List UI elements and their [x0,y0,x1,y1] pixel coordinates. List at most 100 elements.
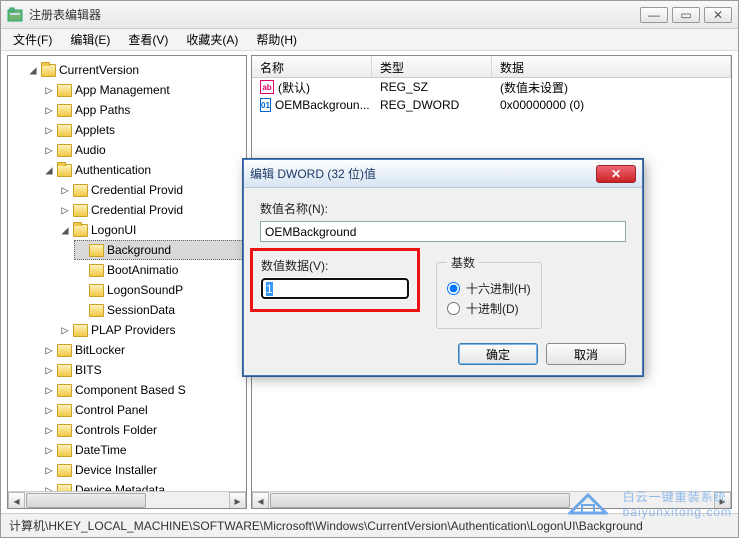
scroll-thumb[interactable] [26,493,146,508]
registry-tree[interactable]: ◢ CurrentVersion ▷ App Management ▷ App Pat… [8,56,246,491]
folder-icon [57,384,72,397]
tree-hscrollbar[interactable]: ◂ ▸ [8,491,246,508]
radix-dec[interactable]: 十进制(D) [447,300,531,317]
folder-icon [57,364,72,377]
tree-node-background[interactable]: Background [107,241,171,259]
value-name-input[interactable] [260,221,626,242]
list-hscrollbar[interactable]: ◂ ▸ [252,491,731,508]
window-titlebar: 注册表编辑器 — ▭ ✕ [1,1,738,29]
expand-icon[interactable]: ▷ [44,461,54,479]
tree-node[interactable]: Credential Provid [91,181,183,199]
expand-icon[interactable]: ▷ [60,181,70,199]
tree-node[interactable]: PLAP Providers [91,321,176,339]
expand-icon[interactable]: ▷ [44,141,54,159]
column-type[interactable]: 类型 [372,56,492,77]
value-data: (数值未设置) [492,79,731,96]
tree-node[interactable]: SessionData [107,301,175,319]
tree-node-logonui[interactable]: LogonUI [91,221,136,239]
tree-node[interactable]: BootAnimatio [107,261,178,279]
scroll-right-icon[interactable]: ▸ [714,492,731,509]
collapse-icon[interactable]: ◢ [28,61,38,79]
expand-icon[interactable]: ▷ [44,101,54,119]
menu-view[interactable]: 查看(V) [120,29,176,50]
expand-icon[interactable]: ▷ [44,441,54,459]
tree-pane: ◢ CurrentVersion ▷ App Management ▷ App Pat… [7,55,247,509]
value-name-label: 数值名称(N): [260,200,626,217]
folder-icon [41,64,56,77]
value-type: REG_SZ [372,80,492,94]
maximize-button[interactable]: ▭ [672,7,700,23]
column-data[interactable]: 数据 [492,56,731,77]
listview-header: 名称 类型 数据 [252,56,731,78]
value-data-highlight: 数值数据(V): [250,248,420,312]
folder-icon [73,204,88,217]
folder-icon [57,144,72,157]
tree-node-authentication[interactable]: Authentication [75,161,151,179]
ok-button[interactable]: 确定 [458,343,538,365]
folder-icon [89,244,104,257]
value-data: 0x00000000 (0) [492,98,731,112]
radix-hex-radio[interactable] [447,282,460,295]
tree-node[interactable]: Device Metadata [75,481,165,491]
tree-node-currentversion[interactable]: CurrentVersion [59,61,139,79]
list-item[interactable]: 01OEMBackgroun... REG_DWORD 0x00000000 (… [252,96,731,114]
tree-node[interactable]: Device Installer [75,461,157,479]
tree-node[interactable]: Control Panel [75,401,148,419]
folder-icon [73,224,88,237]
menu-help[interactable]: 帮助(H) [248,29,305,50]
radix-hex[interactable]: 十六进制(H) [447,280,531,297]
expand-icon[interactable]: ▷ [60,321,70,339]
tree-node[interactable]: Credential Provid [91,201,183,219]
edit-dword-dialog: 编辑 DWORD (32 位)值 ✕ 数值名称(N): 数值数据(V): 基数 … [243,159,643,376]
folder-icon [57,424,72,437]
collapse-icon[interactable]: ◢ [44,161,54,179]
folder-icon [57,164,72,177]
tree-node[interactable]: Audio [75,141,106,159]
folder-icon [57,104,72,117]
value-data-input[interactable] [261,278,409,299]
scroll-left-icon[interactable]: ◂ [252,492,269,509]
value-name: (默认) [278,79,310,96]
scroll-right-icon[interactable]: ▸ [229,492,246,509]
tree-node[interactable]: BITS [75,361,102,379]
minimize-button[interactable]: — [640,7,668,23]
dialog-titlebar[interactable]: 编辑 DWORD (32 位)值 ✕ [244,160,642,188]
menu-file[interactable]: 文件(F) [5,29,60,50]
menubar: 文件(F) 编辑(E) 查看(V) 收藏夹(A) 帮助(H) [1,29,738,51]
value-type: REG_DWORD [372,98,492,112]
expand-icon[interactable]: ▷ [44,381,54,399]
scroll-left-icon[interactable]: ◂ [8,492,25,509]
menu-favorites[interactable]: 收藏夹(A) [178,29,246,50]
tree-node[interactable]: Controls Folder [75,421,157,439]
list-item[interactable]: ab (默认) REG_SZ (数值未设置) [252,78,731,96]
column-name[interactable]: 名称 [252,56,372,77]
expand-icon[interactable]: ▷ [60,201,70,219]
regedit-icon [7,7,23,23]
collapse-icon[interactable]: ◢ [60,221,70,239]
expand-icon[interactable]: ▷ [44,121,54,139]
tree-node[interactable]: LogonSoundP [107,281,183,299]
string-value-icon: ab [260,80,274,94]
menu-edit[interactable]: 编辑(E) [62,29,118,50]
expand-icon[interactable]: ▷ [44,401,54,419]
tree-node[interactable]: Applets [75,121,115,139]
scroll-thumb[interactable] [270,493,570,508]
expand-icon[interactable]: ▷ [44,481,54,491]
radix-dec-radio[interactable] [447,302,460,315]
cancel-button[interactable]: 取消 [546,343,626,365]
tree-node[interactable]: Component Based S [75,381,186,399]
folder-icon [73,184,88,197]
expand-icon[interactable]: ▷ [44,81,54,99]
folder-icon [57,444,72,457]
tree-node[interactable]: App Paths [75,101,130,119]
tree-node[interactable]: BitLocker [75,341,125,359]
close-button[interactable]: ✕ [704,7,732,23]
dialog-close-button[interactable]: ✕ [596,165,636,183]
expand-icon[interactable]: ▷ [44,361,54,379]
folder-icon [73,324,88,337]
expand-icon[interactable]: ▷ [44,341,54,359]
tree-node[interactable]: DateTime [75,441,127,459]
dword-value-icon: 01 [260,98,271,112]
expand-icon[interactable]: ▷ [44,421,54,439]
tree-node[interactable]: App Management [75,81,170,99]
